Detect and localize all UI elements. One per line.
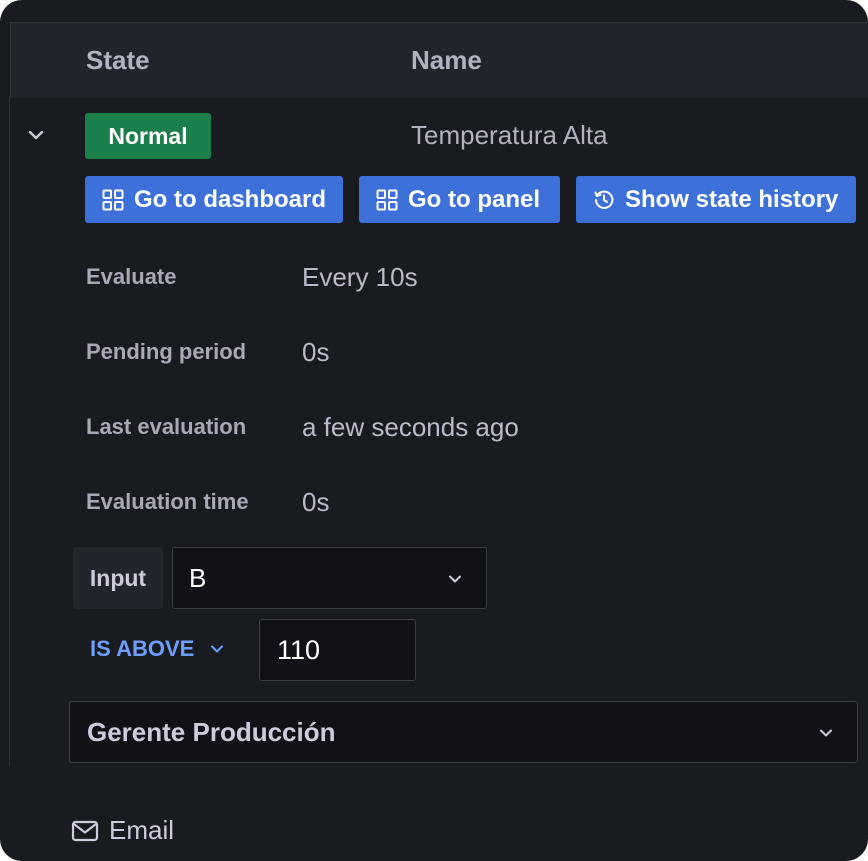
go-to-dashboard-label: Go to dashboard: [134, 185, 326, 213]
show-state-history-button[interactable]: Show state history: [576, 176, 856, 223]
table-header: State Name: [10, 22, 868, 98]
input-select[interactable]: B: [172, 547, 487, 609]
evaluation-time-label: Evaluation time: [86, 489, 249, 514]
go-to-panel-label: Go to panel: [408, 185, 540, 213]
chevron-down-icon: [449, 575, 461, 583]
threshold-value: 110: [277, 634, 321, 665]
apps-icon: [102, 189, 124, 210]
operator-dropdown[interactable]: IS ABOVE: [90, 636, 224, 662]
email-integration: Email: [71, 815, 174, 846]
rule-name: Temperatura Alta: [411, 120, 608, 150]
state-badge: Normal: [85, 113, 211, 159]
apps-icon: [376, 189, 398, 210]
envelope-icon: [71, 820, 99, 841]
evaluate-label: Evaluate: [86, 264, 177, 289]
pending-period-value: 0s: [302, 337, 330, 367]
go-to-dashboard-button[interactable]: Go to dashboard: [85, 176, 343, 223]
history-icon: [594, 190, 614, 209]
evaluation-time-value: 0s: [302, 487, 330, 517]
input-label: Input: [73, 547, 163, 609]
go-to-panel-button[interactable]: Go to panel: [359, 176, 560, 223]
state-column-header[interactable]: State: [86, 45, 150, 76]
left-border: [9, 96, 10, 766]
name-column-header[interactable]: Name: [411, 45, 482, 76]
input-select-value: B: [189, 562, 207, 593]
chevron-down-icon: [211, 645, 224, 653]
contact-point-value: Gerente Producción: [87, 716, 336, 747]
chevron-down-icon[interactable]: [26, 127, 46, 143]
operator-label: IS ABOVE: [90, 636, 195, 661]
threshold-input[interactable]: 110: [259, 619, 416, 681]
alert-rule-panel: State Name Normal Temperatura Alta Go to…: [0, 0, 868, 861]
last-evaluation-value: a few seconds ago: [302, 412, 519, 442]
chevron-down-icon: [820, 729, 832, 737]
pending-period-label: Pending period: [86, 339, 247, 364]
contact-point-select[interactable]: Gerente Producción: [69, 701, 858, 763]
show-state-history-label: Show state history: [625, 185, 839, 213]
evaluate-value: Every 10s: [302, 262, 418, 292]
email-label: Email: [109, 815, 175, 845]
last-evaluation-label: Last evaluation: [86, 414, 247, 439]
